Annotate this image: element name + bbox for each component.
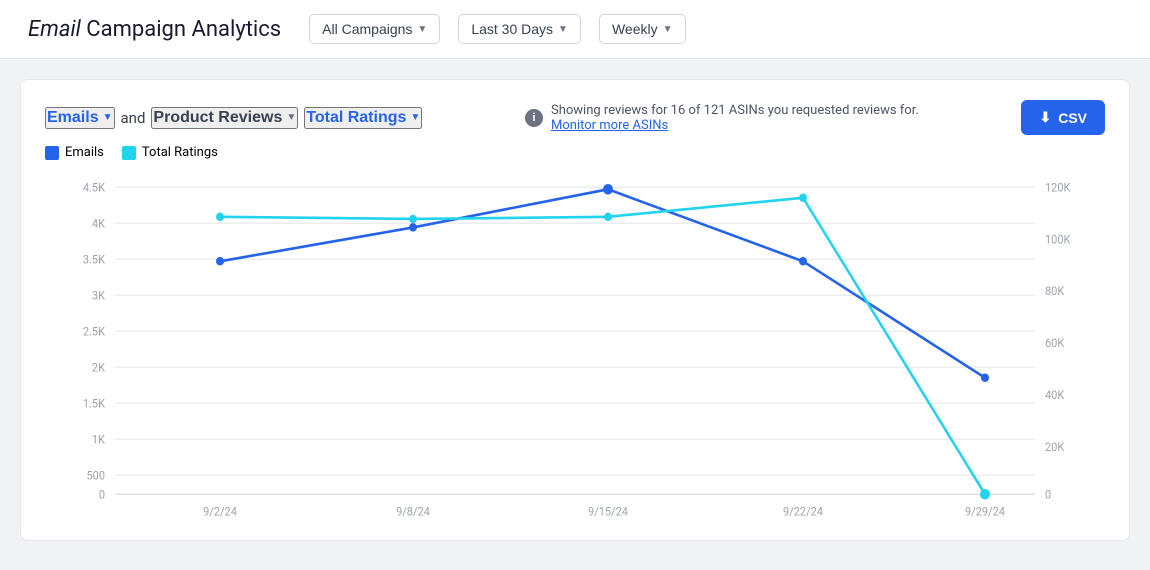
download-icon: ⬇ bbox=[1039, 109, 1051, 126]
svg-text:4.5K: 4.5K bbox=[83, 180, 106, 194]
emails-filter-label: Emails bbox=[47, 109, 99, 127]
chevron-down-icon: ▼ bbox=[103, 112, 113, 123]
emails-filter-dropdown[interactable]: Emails ▼ bbox=[45, 107, 115, 129]
svg-text:20K: 20K bbox=[1045, 440, 1065, 454]
chart-area: 4.5K 4K 3.5K 3K 2.5K 2K 1.5K 1K 500 0 12… bbox=[45, 166, 1105, 526]
legend-total-ratings: Total Ratings bbox=[122, 145, 218, 160]
card-header: Emails ▼ and Product Reviews ▼ Total Rat… bbox=[45, 100, 1105, 135]
emails-point-4 bbox=[799, 257, 807, 265]
frequency-filter-dropdown[interactable]: Weekly ▼ bbox=[599, 14, 686, 44]
info-section: i Showing reviews for 16 of 121 ASINs yo… bbox=[422, 103, 1021, 133]
svg-text:40K: 40K bbox=[1045, 388, 1065, 402]
and-separator: and bbox=[121, 109, 146, 127]
svg-text:120K: 120K bbox=[1045, 180, 1071, 194]
svg-text:80K: 80K bbox=[1045, 284, 1065, 298]
monitor-asins-link[interactable]: Monitor more ASINs bbox=[551, 118, 919, 133]
total-ratings-filter-dropdown[interactable]: Total Ratings ▼ bbox=[304, 107, 422, 129]
frequency-filter-label: Weekly bbox=[612, 21, 658, 37]
svg-text:60K: 60K bbox=[1045, 336, 1065, 350]
analytics-card: Emails ▼ and Product Reviews ▼ Total Rat… bbox=[20, 79, 1130, 541]
chevron-down-icon: ▼ bbox=[410, 112, 420, 123]
svg-text:2K: 2K bbox=[92, 360, 106, 374]
product-reviews-label: Product Reviews bbox=[153, 109, 282, 127]
campaigns-filter-label: All Campaigns bbox=[322, 21, 412, 37]
svg-text:9/2/24: 9/2/24 bbox=[203, 504, 237, 518]
card-filters: Emails ▼ and Product Reviews ▼ Total Rat… bbox=[45, 107, 422, 129]
ratings-point-4 bbox=[799, 194, 807, 202]
emails-point-3 bbox=[603, 184, 613, 195]
svg-text:9/15/24: 9/15/24 bbox=[588, 504, 629, 518]
main-content: Emails ▼ and Product Reviews ▼ Total Rat… bbox=[0, 59, 1150, 561]
ratings-point-1 bbox=[216, 213, 224, 221]
chevron-down-icon: ▼ bbox=[417, 24, 427, 35]
svg-text:9/29/24: 9/29/24 bbox=[965, 504, 1006, 518]
date-range-filter-dropdown[interactable]: Last 30 Days ▼ bbox=[458, 14, 581, 44]
chevron-down-icon: ▼ bbox=[558, 24, 568, 35]
chart-svg: 4.5K 4K 3.5K 3K 2.5K 2K 1.5K 1K 500 0 12… bbox=[45, 166, 1105, 526]
csv-download-button[interactable]: ⬇ CSV bbox=[1021, 100, 1105, 135]
ratings-point-5 bbox=[980, 489, 990, 500]
date-range-filter-label: Last 30 Days bbox=[471, 21, 553, 37]
total-ratings-label: Total Ratings bbox=[306, 109, 406, 127]
page-title: Email Campaign Analytics bbox=[28, 17, 281, 42]
ratings-point-2 bbox=[409, 215, 417, 223]
emails-legend-label: Emails bbox=[65, 145, 104, 160]
emails-point-2 bbox=[409, 223, 417, 231]
emails-point-1 bbox=[216, 257, 224, 265]
svg-text:500: 500 bbox=[86, 468, 105, 482]
svg-text:3.5K: 3.5K bbox=[83, 252, 106, 266]
chevron-down-icon: ▼ bbox=[286, 112, 296, 123]
info-text-block: Showing reviews for 16 of 121 ASINs you … bbox=[551, 103, 919, 133]
svg-text:9/8/24: 9/8/24 bbox=[396, 504, 430, 518]
svg-text:0: 0 bbox=[1045, 487, 1051, 501]
svg-text:9/22/24: 9/22/24 bbox=[783, 504, 824, 518]
chevron-down-icon: ▼ bbox=[663, 24, 673, 35]
ratings-legend-color bbox=[122, 146, 136, 160]
info-icon: i bbox=[525, 109, 543, 127]
svg-text:4K: 4K bbox=[92, 216, 106, 230]
chart-legend: Emails Total Ratings bbox=[45, 145, 1105, 160]
svg-text:1K: 1K bbox=[92, 432, 106, 446]
svg-text:3K: 3K bbox=[92, 288, 106, 302]
campaigns-filter-dropdown[interactable]: All Campaigns ▼ bbox=[309, 14, 440, 44]
ratings-point-3 bbox=[604, 213, 612, 221]
svg-text:100K: 100K bbox=[1045, 232, 1071, 246]
legend-emails: Emails bbox=[45, 145, 104, 160]
product-reviews-filter-dropdown[interactable]: Product Reviews ▼ bbox=[151, 107, 298, 129]
svg-text:0: 0 bbox=[99, 487, 105, 501]
emails-point-5 bbox=[981, 374, 989, 382]
svg-text:1.5K: 1.5K bbox=[83, 396, 106, 410]
app-header: Email Campaign Analytics All Campaigns ▼… bbox=[0, 0, 1150, 59]
svg-text:2.5K: 2.5K bbox=[83, 324, 106, 338]
info-message: Showing reviews for 16 of 121 ASINs you … bbox=[551, 103, 919, 118]
emails-legend-color bbox=[45, 146, 59, 160]
csv-button-label: CSV bbox=[1058, 110, 1087, 126]
ratings-legend-label: Total Ratings bbox=[142, 145, 218, 160]
